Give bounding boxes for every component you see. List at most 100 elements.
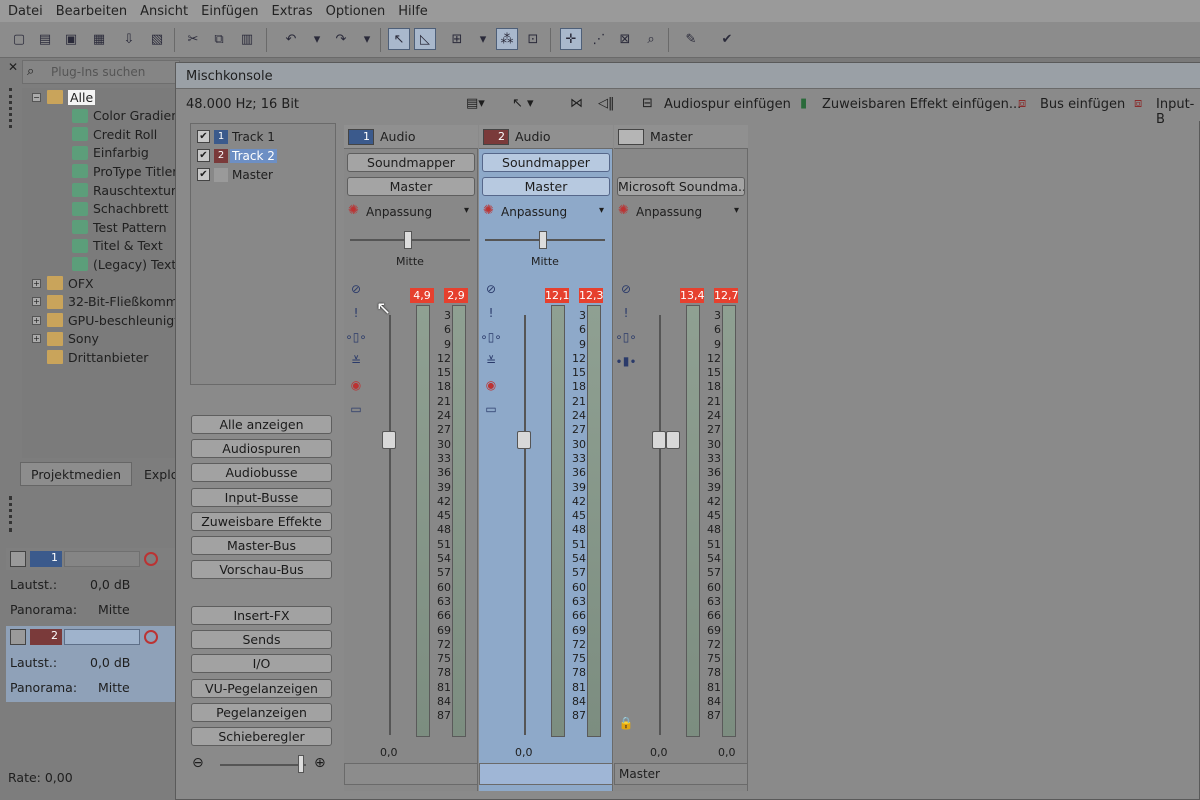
phase-icon[interactable]: ▭ [348,401,364,417]
expand-icon[interactable]: + [32,334,41,344]
mute-icon[interactable]: ⊘ [618,281,634,297]
record-icon[interactable]: ◉ [348,377,364,393]
tree-folder[interactable]: +32-Bit-Fließkomma [32,293,186,311]
mixer-track-list-item[interactable]: ✔ 2 Track 2 [197,147,277,164]
phase-icon[interactable]: ▭ [483,401,499,417]
undo-icon[interactable]: ↶ [280,28,302,50]
tree-plugin-item[interactable]: Titel & Text [72,237,163,255]
redo-dropdown-icon[interactable]: ▾ [356,28,378,50]
view-layout-icon[interactable]: ▤▾ [466,96,485,111]
tree-plugin-item[interactable]: Test Pattern [72,218,167,236]
tab-projektmedien[interactable]: Projektmedien [20,462,133,486]
help-pointer-icon[interactable]: ✔ [716,28,738,50]
panel-grip[interactable] [9,88,15,128]
edit-tool-icon[interactable]: ↖ [388,28,410,50]
section-button[interactable]: Sends [191,630,332,650]
automation-icon[interactable]: ≚ [483,353,499,369]
snapping-icon[interactable]: ✛ [560,28,582,50]
tree-folder[interactable]: + Sony [32,330,99,348]
track-header-2[interactable]: 2 Lautst.: 0,0 dB Panorama: Mitte [6,626,180,702]
peak-right[interactable]: 2,9 [444,288,468,303]
section-button[interactable]: Pegelanzeigen [191,702,332,722]
output-button[interactable]: Master [482,177,610,196]
bypass-fx-icon[interactable]: ∘▯∘ [480,329,502,345]
properties-icon[interactable]: ▦ [88,28,110,50]
pan-thumb[interactable] [539,231,547,249]
insert-input-bus-button[interactable]: Input-B [1156,97,1200,127]
volume-fader-thumb[interactable] [517,431,531,449]
expand-icon[interactable]: + [32,297,41,307]
volume-fader-track[interactable] [524,315,526,735]
save-icon[interactable]: ▣ [60,28,82,50]
lock-envelopes-icon[interactable]: ⊡ [522,28,544,50]
envelope-tool-icon[interactable]: ◺ [414,28,436,50]
expand-icon[interactable]: − [32,92,41,102]
tree-plugin-item[interactable]: Color Gradient [72,107,184,125]
menu-item-5[interactable]: Optionen [326,4,393,19]
open-folder-icon[interactable]: ▤ [34,28,56,50]
zoom-icon[interactable]: ⌕ [640,28,662,50]
mute-icon[interactable]: ⊘ [348,281,364,297]
fx-label[interactable]: Anpassung [366,205,432,219]
solo-icon[interactable]: ! [483,305,499,321]
solo-icon[interactable]: ! [348,305,364,321]
device-button[interactable]: Soundmapper [347,153,475,172]
fx-dropdown-icon[interactable]: ▾ [599,205,604,216]
volume-value[interactable]: 0,0 dB [90,655,130,670]
copy-icon[interactable]: ⧉ [208,28,230,50]
channel-footer[interactable] [344,763,478,785]
fx-gear-icon[interactable]: ✺ [483,203,494,218]
view-button[interactable]: Zuweisbare Effekte [191,511,332,531]
track-visible-checkbox[interactable]: ✔ [197,168,210,181]
zoom-slider[interactable] [220,764,306,766]
fx-label[interactable]: Anpassung [501,205,567,219]
menu-item-6[interactable]: Hilfe [398,4,435,19]
dim-output-icon[interactable]: ◁‖ [598,96,615,111]
track-header-1[interactable]: 1 Lautst.: 0,0 dB Panorama: Mitte [6,548,180,624]
mixer-track-list-item[interactable]: ✔ Master [197,166,275,183]
automation-icon[interactable]: ≚ [348,353,364,369]
view-button[interactable]: Master-Bus [191,536,332,555]
insert-audio-track-button[interactable]: Audiospur einfügen [664,97,791,112]
device-button[interactable]: Soundmapper [482,153,610,172]
volume-fader-thumb[interactable] [382,431,396,449]
view-button[interactable]: Input-Busse [191,487,332,507]
peak-left[interactable]: 4,9 [410,288,434,303]
track-name-field[interactable] [64,551,140,567]
fx-dropdown-icon[interactable]: ▾ [464,205,469,216]
view-button[interactable]: Alle anzeigen [191,415,332,434]
peak-left[interactable]: 13,4 [680,288,705,303]
brush-icon[interactable]: ✎ [680,28,702,50]
tree-folder[interactable]: Drittanbieter [32,348,148,366]
cursor-tool-icon[interactable]: ↖ ▾ [512,96,534,111]
render-icon[interactable]: ⇩ [118,28,140,50]
insert-bus-button[interactable]: Bus einfügen [1040,97,1125,112]
view-button[interactable]: Vorschau-Bus [191,560,332,580]
record-icon[interactable]: ◉ [483,377,499,393]
expand-icon[interactable]: + [32,315,41,325]
pan-value[interactable]: Mitte [98,602,130,617]
view-button[interactable]: Audiospuren [191,439,332,459]
volume-fader-track[interactable] [659,315,661,735]
pan-value[interactable]: Mitte [98,680,130,695]
tool-dropdown-icon[interactable]: ▾ [472,28,494,50]
tree-folder[interactable]: + GPU-beschleunigt [32,311,179,329]
menu-item-4[interactable]: Extras [272,4,320,19]
expand-icon[interactable]: + [32,278,41,288]
volume-fader-thumb[interactable] [652,431,666,449]
fx-dropdown-icon[interactable]: ▾ [734,205,739,216]
mute-icon[interactable]: ⊘ [483,281,499,297]
selection-tool-icon[interactable]: ⊞ [446,28,468,50]
tree-folder[interactable]: − Alle [32,88,96,106]
peak-left[interactable]: 12,1 [545,288,570,303]
mixer-track-list-item[interactable]: ✔ 1 Track 1 [197,128,277,145]
fx-gear-icon[interactable]: ✺ [618,203,629,218]
section-button[interactable]: Insert-FX [191,606,332,625]
render-as-icon[interactable]: ▧ [146,28,168,50]
pan-thumb[interactable] [404,231,412,249]
solo-icon[interactable]: ! [618,305,634,321]
track-visible-checkbox[interactable]: ✔ [197,130,210,143]
channel-footer[interactable]: Master [614,763,748,785]
mixer-channel-strip[interactable]: Master Microsoft Soundma... ✺ Anpassung ▾ ⊘! ∘… [614,125,748,791]
mono-icon[interactable]: ∙▮∙ [615,353,637,369]
